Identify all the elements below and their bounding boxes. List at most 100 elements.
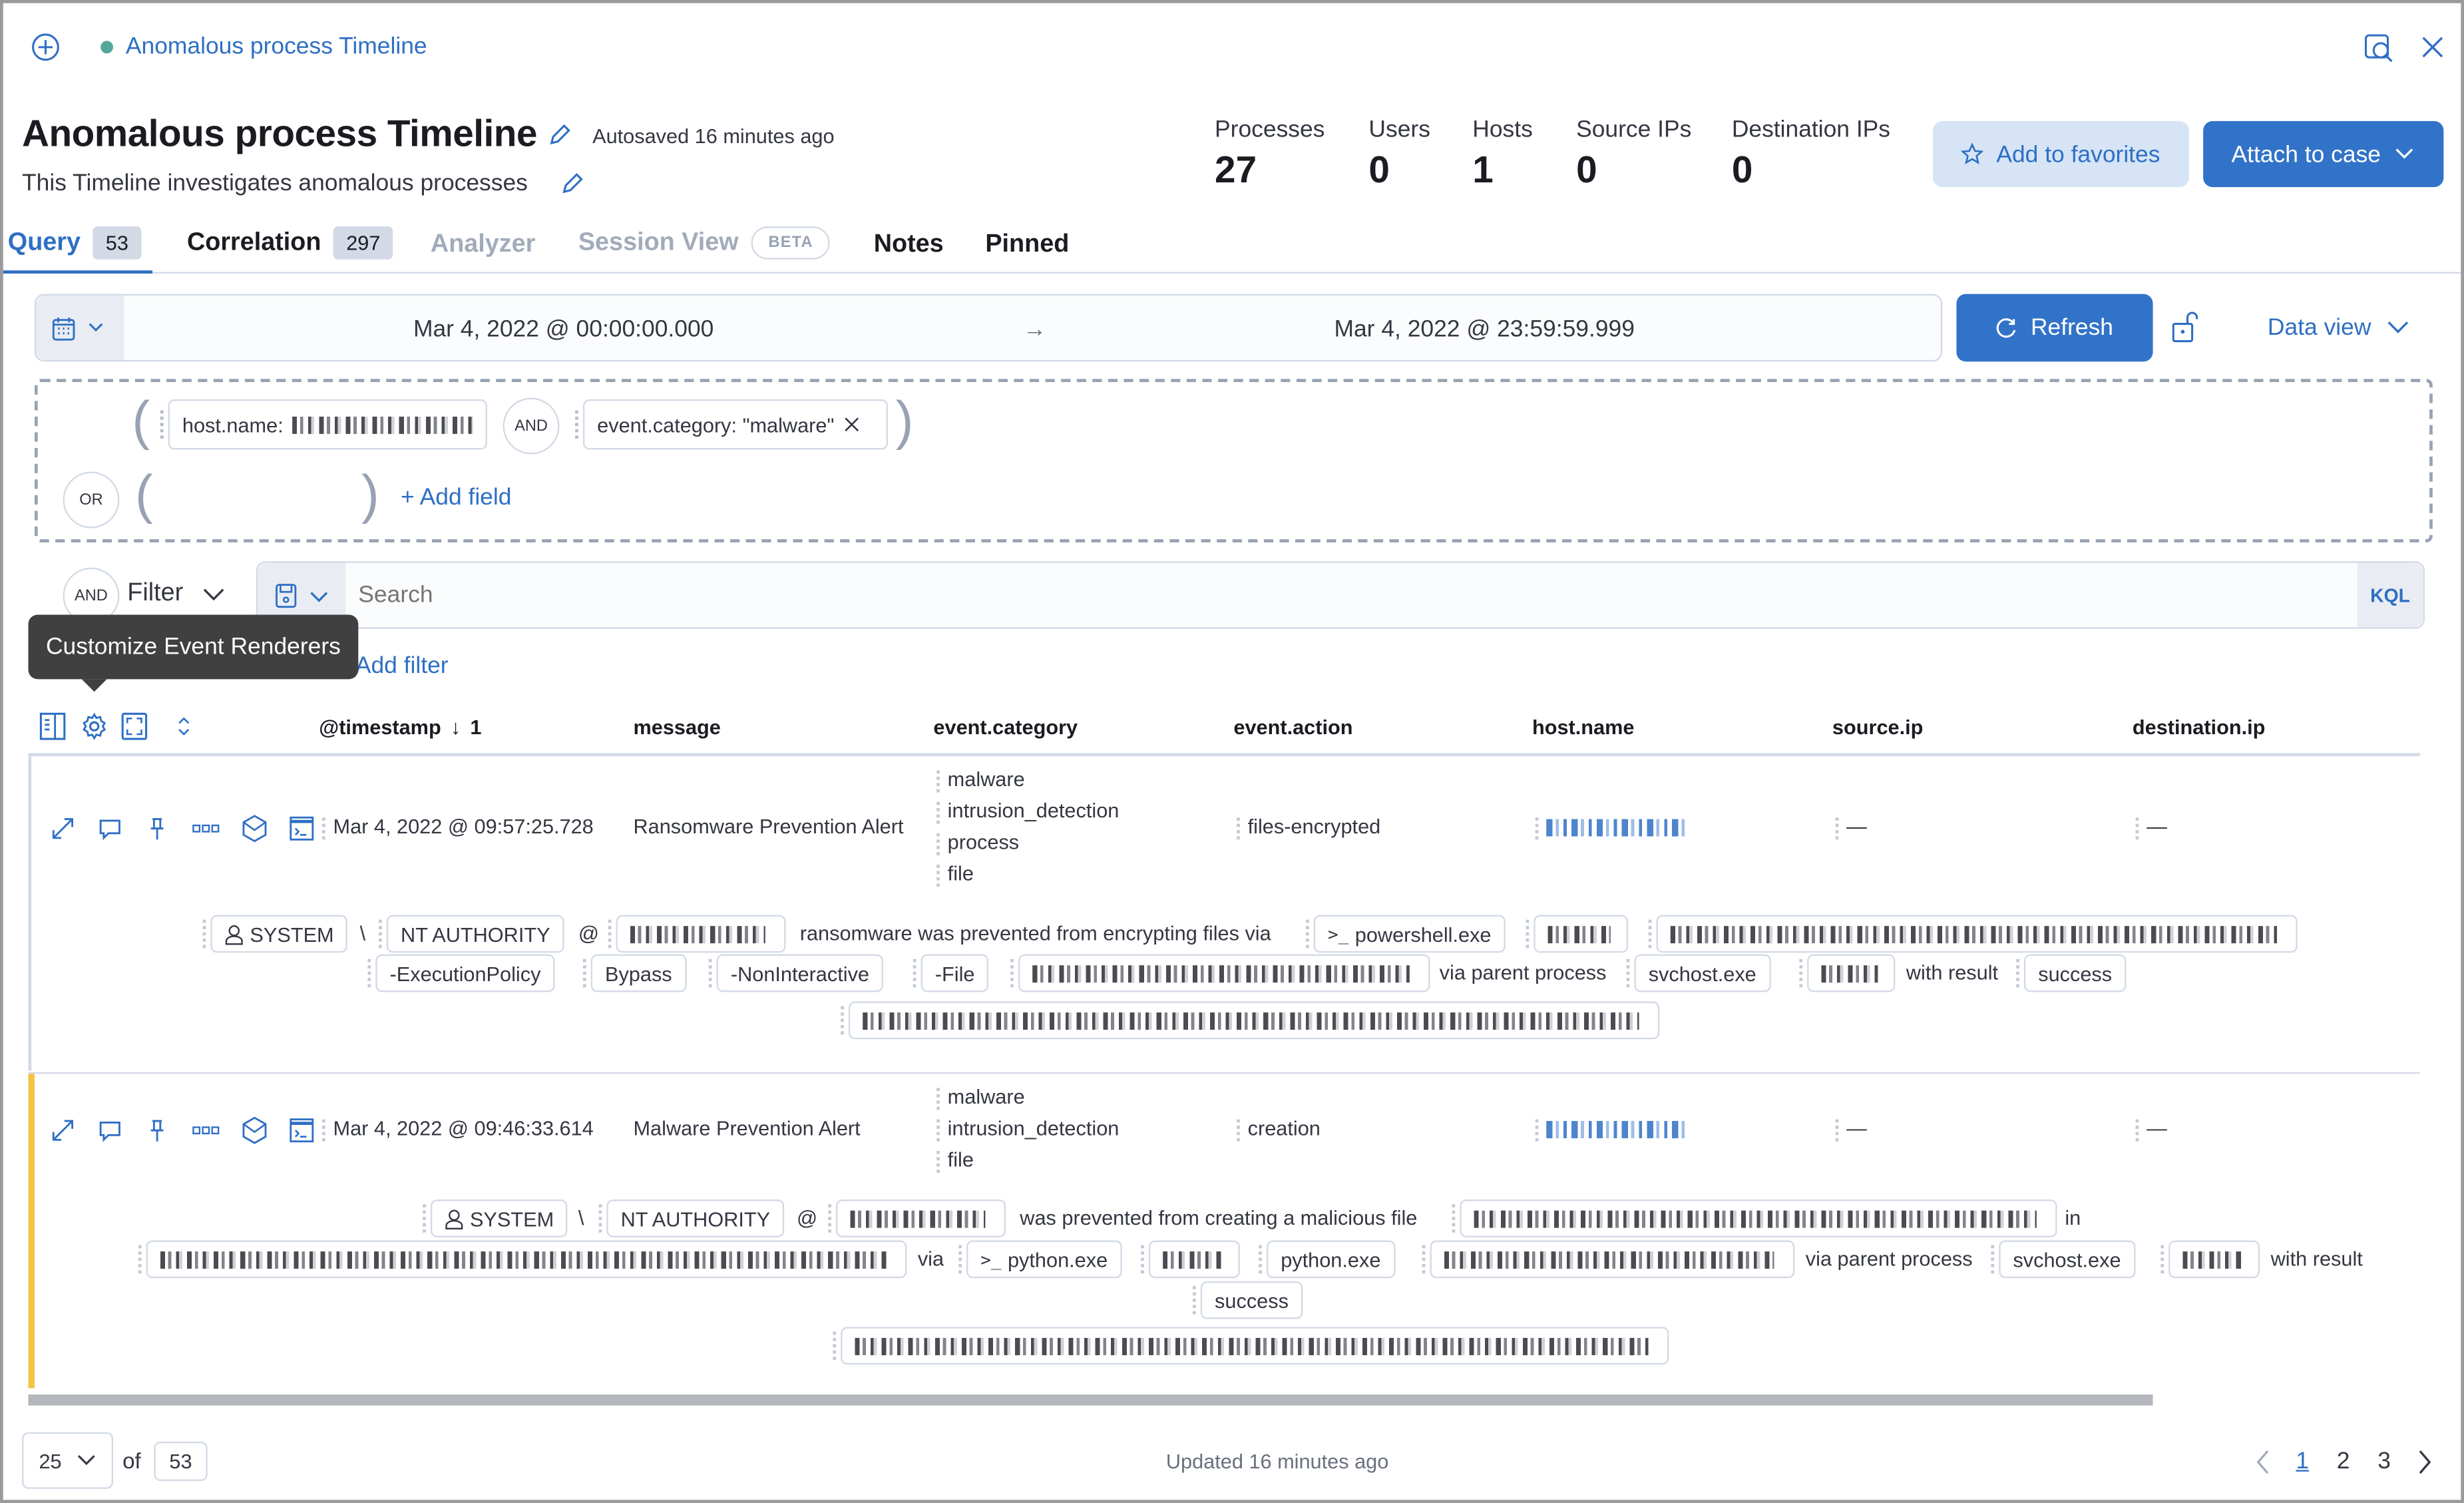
close-icon[interactable] [2421,36,2443,58]
and-operator[interactable]: AND [503,397,560,455]
start-date[interactable]: Mar 4, 2022 @ 00:00:00.000 [413,316,714,343]
expand-icon[interactable] [51,816,76,841]
cell-source-ip[interactable]: — [1836,814,1867,839]
arg-token[interactable]: Bypass [583,954,686,992]
expand-icon[interactable] [51,1118,76,1143]
category-value[interactable]: malware [936,767,1025,792]
process-token[interactable]: >_ powershell.exe [1305,915,1506,953]
category-value[interactable]: intrusion_detection [936,799,1120,823]
previous-page-icon[interactable] [2255,1450,2271,1475]
category-value[interactable]: file [936,861,974,886]
process-name-token[interactable]: python.exe [1259,1240,1395,1279]
directory-token[interactable] [138,1240,907,1279]
analyze-event-icon[interactable] [242,814,268,843]
column-header-source-ip[interactable]: source.ip [1832,716,1923,739]
inspect-icon[interactable] [2363,33,2395,65]
filter-dropdown[interactable]: Filter [127,580,224,609]
window-tab-title[interactable]: Anomalous process Timeline [126,33,427,60]
domain-token[interactable]: NT AUTHORITY [598,1199,785,1237]
more-actions-icon[interactable] [192,822,220,835]
refresh-button[interactable]: Refresh [1956,294,2153,362]
edit-title-icon[interactable] [547,122,572,148]
cell-destination-ip[interactable]: — [2136,814,2167,839]
plus-circle-icon[interactable] [31,33,59,62]
unlock-icon[interactable] [2172,312,2200,343]
result-token[interactable]: success [1193,1281,1303,1319]
column-header-message[interactable]: message [633,716,720,739]
cell-host-name[interactable] [1536,1116,1685,1141]
arg-token[interactable] [1010,954,1430,992]
column-header-timestamp[interactable]: @timestamp ↓ 1 [319,716,481,739]
quick-menu-button[interactable] [36,296,124,360]
result-token[interactable]: success [2016,954,2127,992]
arg-token[interactable]: -NonInteractive [708,954,884,992]
add-field-button[interactable]: + Add field [401,484,511,511]
or-operator[interactable]: OR [63,471,120,529]
pin-icon[interactable] [144,816,170,841]
tab-correlation[interactable]: Correlation 297 [187,226,393,260]
hash-token[interactable] [833,1327,1669,1365]
sort-icon[interactable] [176,716,192,738]
host-token[interactable] [828,1199,1006,1237]
attach-to-case-button[interactable]: Attach to case [2203,120,2444,188]
category-value[interactable]: process [936,830,1019,855]
comment-icon[interactable] [97,816,122,841]
gear-icon[interactable] [80,712,108,741]
tab-query[interactable]: Query 53 [8,226,141,260]
add-to-favorites-button[interactable]: Add to favorites [1933,120,2189,188]
comment-icon[interactable] [97,1118,122,1143]
fullscreen-icon[interactable] [121,712,148,741]
column-header-event-category[interactable]: event.category [933,716,1078,739]
user-token[interactable]: SYSTEM [423,1199,568,1237]
category-value[interactable]: intrusion_detection [936,1116,1120,1141]
parent-process-token[interactable]: svchost.exe [1991,1240,2135,1279]
pid-token[interactable] [1141,1240,1240,1279]
page-1[interactable]: 1 [2296,1448,2309,1474]
redacted-host-link[interactable] [1546,1121,1685,1139]
page-3[interactable]: 3 [2377,1448,2391,1474]
cell-event-action[interactable]: files-encrypted [1237,814,1381,839]
args-token[interactable] [1422,1240,1795,1279]
category-value[interactable]: file [936,1148,974,1172]
column-header-destination-ip[interactable]: destination.ip [2133,716,2266,739]
cell-timestamp[interactable]: Mar 4, 2022 @ 09:57:25.728 [322,814,594,839]
end-date[interactable]: Mar 4, 2022 @ 23:59:59.999 [1334,316,1634,343]
session-view-icon[interactable] [289,816,314,841]
tab-analyzer[interactable]: Analyzer [431,231,535,260]
next-page-icon[interactable] [2417,1450,2433,1475]
arg-token[interactable]: -File [913,954,989,992]
analyze-event-icon[interactable] [242,1116,268,1145]
tab-session-view[interactable]: Session View BETA [578,226,831,260]
parent-process-token[interactable]: svchost.exe [1626,954,1771,992]
redacted-host-link[interactable] [1546,819,1685,837]
field-browser-icon[interactable] [39,712,66,741]
cell-source-ip[interactable]: — [1836,1116,1867,1141]
horizontal-scrollbar[interactable] [28,1395,2153,1406]
cell-timestamp[interactable]: Mar 4, 2022 @ 09:46:33.614 [322,1116,594,1141]
cell-destination-ip[interactable]: — [2136,1116,2167,1141]
search-input[interactable] [351,564,2361,626]
domain-token[interactable]: NT AUTHORITY [378,915,564,953]
cell-event-action[interactable]: creation [1237,1116,1321,1141]
arg-token[interactable]: -ExecutionPolicy [367,954,555,992]
pin-icon[interactable] [144,1118,170,1143]
data-view-selector[interactable]: Data view [2268,314,2409,341]
session-view-icon[interactable] [289,1118,314,1143]
pid-token[interactable] [1526,915,1628,953]
file-path-token[interactable] [1452,1199,2057,1237]
command-line-token[interactable] [1648,915,2298,953]
tab-notes[interactable]: Notes [874,231,944,260]
page-2[interactable]: 2 [2337,1448,2350,1474]
process-token[interactable]: >_ python.exe [958,1240,1122,1279]
user-token[interactable]: SYSTEM [202,915,348,953]
parent-pid-token[interactable] [2160,1240,2260,1279]
edit-description-icon[interactable] [560,171,585,196]
query-field-event-category[interactable]: event.category: "malware" [575,399,888,450]
column-header-host-name[interactable]: host.name [1532,716,1635,739]
hash-token[interactable] [841,1001,1660,1040]
remove-field-icon[interactable] [844,417,860,433]
query-field-host-name[interactable]: host.name: [160,399,487,450]
parent-pid-token[interactable] [1799,954,1896,992]
category-value[interactable]: malware [936,1085,1025,1110]
tab-pinned[interactable]: Pinned [985,231,1069,260]
